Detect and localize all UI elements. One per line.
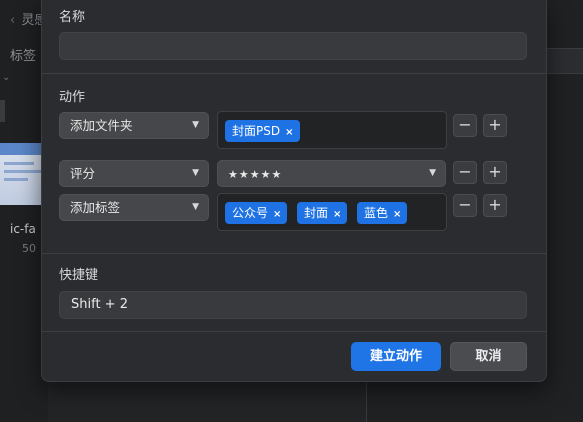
- file-name: ic-fa: [10, 222, 36, 236]
- tag-chip[interactable]: 公众号 ×: [225, 202, 288, 224]
- remove-action-button[interactable]: −: [453, 114, 477, 137]
- remove-action-button[interactable]: −: [453, 194, 477, 217]
- chip-label: 封面: [304, 206, 329, 220]
- close-icon[interactable]: ×: [273, 209, 281, 220]
- chevron-down-icon: ▼: [192, 120, 199, 130]
- name-label: 名称: [59, 10, 86, 25]
- tag-section-title: 标签: [10, 49, 37, 64]
- divider: [42, 73, 546, 74]
- inspector-panel: [366, 382, 583, 422]
- add-action-button[interactable]: +: [483, 194, 507, 217]
- shortcut-input[interactable]: Shift + 2: [59, 291, 527, 319]
- close-icon[interactable]: ×: [333, 209, 341, 220]
- action-type-select-folder[interactable]: 添加文件夹 ▼: [59, 112, 209, 139]
- remove-action-button[interactable]: −: [453, 161, 477, 184]
- close-icon[interactable]: ×: [393, 209, 401, 220]
- create-action-button[interactable]: 建立动作: [351, 342, 441, 371]
- add-action-button[interactable]: +: [483, 161, 507, 184]
- folder-chip[interactable]: 封面PSD ×: [225, 120, 300, 142]
- action-type-select-rating[interactable]: 评分 ▼: [59, 160, 209, 187]
- chip-label: 公众号: [232, 206, 269, 220]
- chevron-down-icon[interactable]: ⌄: [2, 72, 10, 83]
- sidebar-handle: [0, 100, 5, 122]
- close-icon[interactable]: ×: [285, 127, 293, 138]
- thumbnail-line: [4, 178, 28, 181]
- select-value: 添加标签: [70, 200, 121, 215]
- divider: [42, 253, 546, 254]
- create-action-dialog: 名称 动作 添加文件夹 ▼ 封面PSD × − + 评分 ▼ ★★★★★ ▼ − …: [41, 0, 547, 382]
- rating-stars: ★★★★★: [228, 168, 283, 181]
- divider: [42, 331, 546, 332]
- tag-chip[interactable]: 蓝色 ×: [357, 202, 408, 224]
- name-input[interactable]: [59, 32, 527, 60]
- folder-token-box[interactable]: 封面PSD ×: [217, 111, 447, 149]
- chip-label: 蓝色: [364, 206, 389, 220]
- select-value: 添加文件夹: [70, 118, 133, 133]
- tag-token-box[interactable]: 公众号 × 封面 × 蓝色 ×: [217, 193, 447, 231]
- thumbnail-line: [4, 170, 42, 173]
- tag-chip[interactable]: 封面 ×: [297, 202, 348, 224]
- thumbnail-line: [4, 162, 34, 165]
- chevron-down-icon: ▼: [192, 168, 199, 178]
- chevron-down-icon: ▼: [429, 168, 436, 178]
- shortcut-label: 快捷键: [59, 268, 99, 283]
- rating-select[interactable]: ★★★★★ ▼: [217, 160, 446, 187]
- add-action-button[interactable]: +: [483, 114, 507, 137]
- cancel-button[interactable]: 取消: [450, 342, 527, 371]
- chip-label: 封面PSD: [232, 124, 281, 138]
- right-panel-row[interactable]: [545, 48, 583, 74]
- select-value: 评分: [70, 166, 96, 181]
- chevron-down-icon: ▼: [192, 202, 199, 212]
- actions-label: 动作: [59, 90, 86, 105]
- chevron-left-icon: ‹: [10, 13, 16, 28]
- action-type-select-tag[interactable]: 添加标签 ▼: [59, 194, 209, 221]
- file-size: 50: [22, 242, 36, 255]
